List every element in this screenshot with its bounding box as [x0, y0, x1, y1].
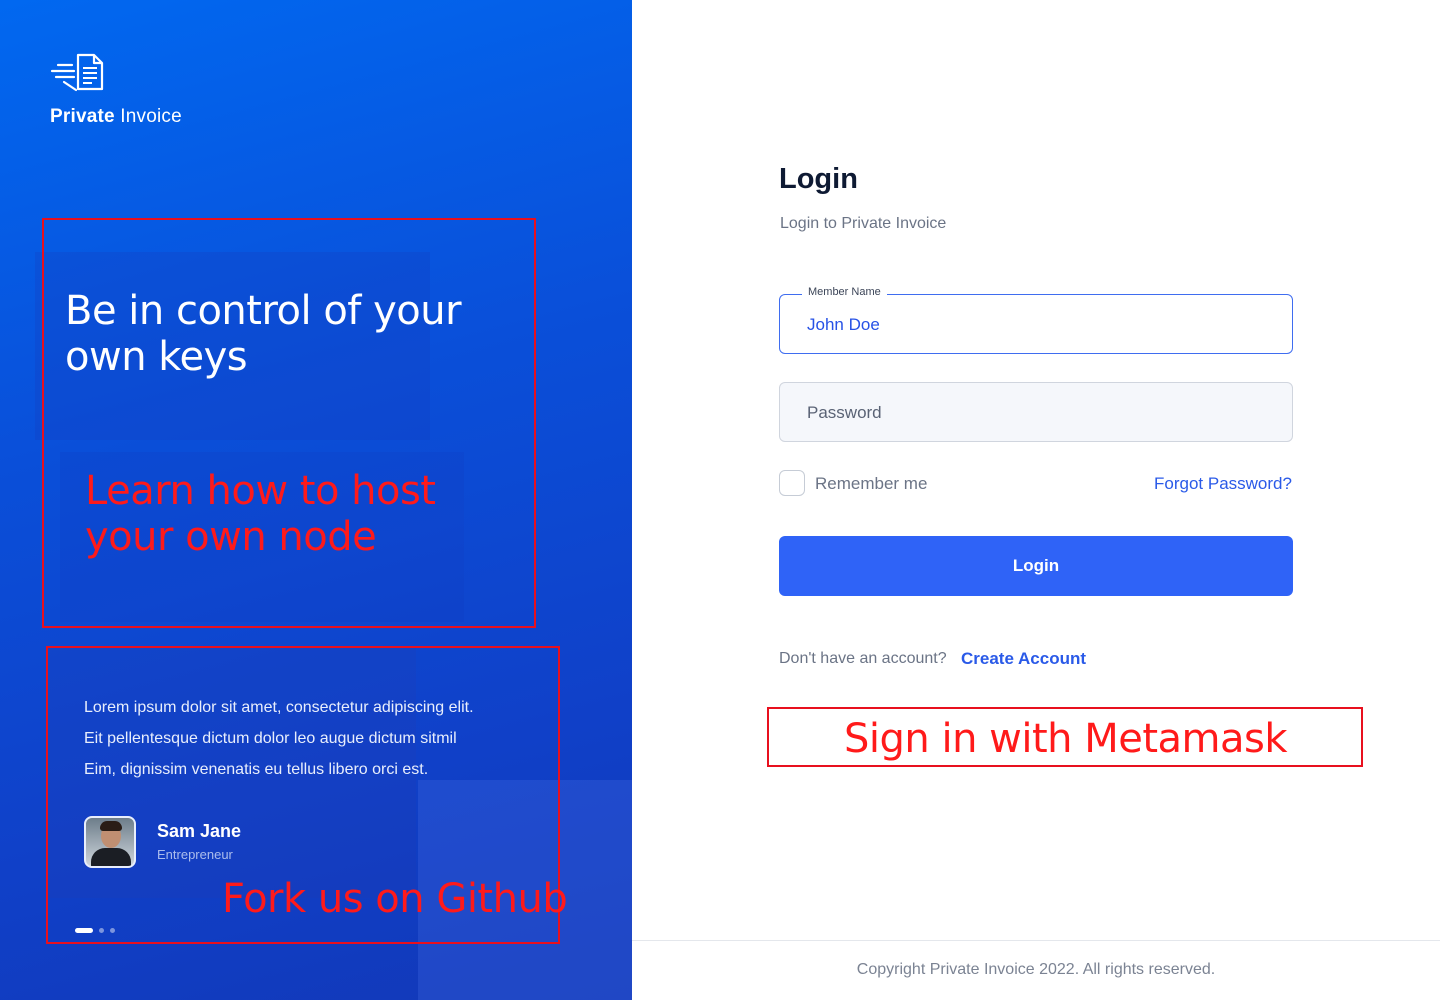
avatar — [84, 816, 136, 868]
footer-divider — [632, 940, 1440, 941]
hero-headline: Be in control of your own keys — [65, 288, 462, 380]
remember-me-checkbox[interactable] — [779, 470, 805, 496]
password-field[interactable]: Password — [779, 382, 1293, 442]
member-name-value[interactable]: John Doe — [807, 315, 880, 335]
member-name-field[interactable]: Member Name John Doe — [779, 286, 1293, 354]
testimonial-quote: Lorem ipsum dolor sit amet, consectetur … — [84, 699, 474, 778]
page-subtitle: Login to Private Invoice — [780, 215, 947, 232]
promo-panel: Private Invoice Be in control of your ow… — [0, 0, 632, 1000]
member-name-label: Member Name — [802, 286, 887, 298]
brand-name: Private Invoice — [50, 106, 182, 127]
carousel-indicator — [75, 928, 115, 933]
carousel-dot[interactable] — [110, 928, 115, 933]
copyright-text: Copyright Private Invoice 2022. All righ… — [856, 961, 1216, 978]
testimonial-role: Entrepreneur — [157, 847, 233, 862]
testimonial-name: Sam Jane — [157, 821, 242, 841]
host-node-annotation[interactable]: Learn how to host your own node — [85, 468, 525, 560]
annotation-box — [42, 218, 536, 628]
create-account-link[interactable]: Create Account — [961, 649, 1086, 669]
invoice-document-icon — [50, 53, 104, 92]
password-placeholder: Password — [807, 403, 882, 422]
github-annotation[interactable]: Fork us on Github — [222, 876, 568, 922]
carousel-dot-active[interactable] — [75, 928, 93, 933]
page-title: Login — [779, 163, 858, 195]
forgot-password-link[interactable]: Forgot Password? — [1154, 474, 1292, 494]
remember-me-label[interactable]: Remember me — [815, 474, 927, 494]
metamask-annotation[interactable]: Sign in with Metamask — [844, 716, 1288, 762]
carousel-dot[interactable] — [99, 928, 104, 933]
no-account-text: Don't have an account? — [779, 650, 947, 667]
login-button[interactable]: Login — [779, 536, 1293, 596]
